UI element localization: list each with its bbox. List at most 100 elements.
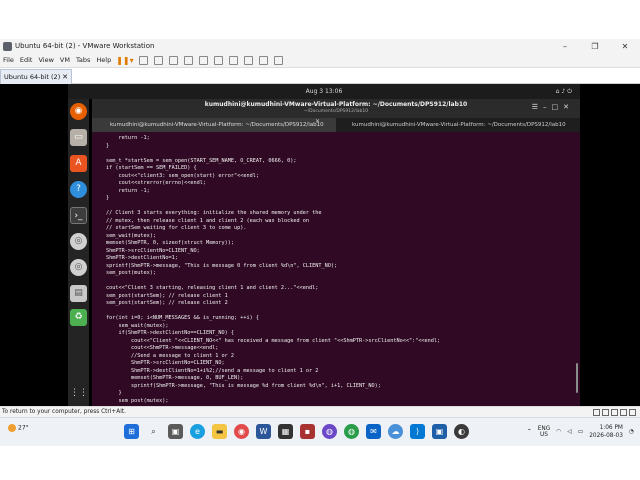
show-library-icon[interactable] xyxy=(198,55,208,65)
vm-tab-close-icon[interactable]: ✕ xyxy=(62,73,68,81)
unity-icon[interactable] xyxy=(243,55,253,65)
wifi-icon[interactable]: ◠ xyxy=(556,429,561,435)
code-line: sprintf(ShmPTR->message, "This is messag… xyxy=(106,382,381,389)
app-icon-red[interactable]: ▪ xyxy=(300,424,315,439)
snapshot-manager-icon[interactable] xyxy=(183,55,193,65)
notifications-icon[interactable]: ◔ xyxy=(629,429,634,435)
app-icon-green[interactable]: ◍ xyxy=(344,424,359,439)
vscode-icon[interactable]: ⟩ xyxy=(410,424,425,439)
code-line: cout<<"client3: sem_open(start) error"<<… xyxy=(106,172,260,179)
menu-edit[interactable]: Edit xyxy=(17,56,36,64)
menu-tabs[interactable]: Tabs xyxy=(73,56,93,64)
menu-view[interactable]: View xyxy=(35,56,56,64)
menu-help[interactable]: Help xyxy=(93,56,114,64)
code-line: return -1; xyxy=(106,135,150,141)
code-line: ShmPTR->destClientNo=1; xyxy=(106,255,178,261)
terminal-tab-bar: kumudhini@kumudhini-VMware-Virtual-Platf… xyxy=(92,118,580,132)
stretch-icon[interactable] xyxy=(273,55,283,65)
menu-vm[interactable]: VM xyxy=(57,56,73,64)
code-line: cout<<strerror(errno)<<endl; xyxy=(106,180,206,186)
code-line: ShmPTR->destClientNo=1+i%2;//send a mess… xyxy=(106,367,319,374)
vmware-tab-strip xyxy=(0,69,640,84)
usb-icon[interactable] xyxy=(611,409,618,416)
display-icon[interactable] xyxy=(629,409,636,416)
code-line: sem_post(mutex); xyxy=(106,270,156,276)
vmware-taskbar-icon[interactable]: ◐ xyxy=(454,424,469,439)
code-line: sem_t *startSem = sem_open(START_SEM_NAM… xyxy=(106,157,297,164)
terminal-menu-icon[interactable]: ☰ xyxy=(532,103,543,111)
taskbar-clock[interactable]: 1:06 PM 2026-08-03 xyxy=(589,424,623,440)
send-ctrl-alt-del-icon[interactable] xyxy=(138,55,148,65)
network-adapter-icon[interactable] xyxy=(602,409,609,416)
vm-tab-ubuntu[interactable]: Ubuntu 64-bit (2) ✕ xyxy=(0,69,72,84)
terminal-maximize-icon[interactable]: □ xyxy=(552,103,564,111)
code-line: sem_post(startSem); // release client 1 xyxy=(106,292,228,299)
file-explorer-icon[interactable]: ▬ xyxy=(212,424,227,439)
terminal-window-controls: ☰–□✕ xyxy=(532,103,574,111)
help-icon[interactable]: ? xyxy=(70,181,87,198)
start-icon[interactable]: ⊞ xyxy=(124,424,139,439)
sound-icon[interactable] xyxy=(620,409,627,416)
terminal-minimize-icon[interactable]: – xyxy=(543,103,552,111)
disc-icon[interactable]: ◎ xyxy=(70,233,87,250)
terminal-code-output[interactable]: return -1;} sem_t *startSem = sem_open(S… xyxy=(106,135,572,403)
menu-file[interactable]: File xyxy=(0,56,17,64)
terminal-tab-close-icon[interactable]: ✕ xyxy=(315,118,320,125)
speaker-icon[interactable]: ◁ xyxy=(567,429,571,435)
show-apps-icon[interactable]: ⋮⋮ xyxy=(70,385,88,402)
pause-icon[interactable]: ❚❚▾ xyxy=(114,56,135,65)
terminal-tab-2[interactable]: kumudhini@kumudhini-VMware-Virtual-Platf… xyxy=(336,118,580,132)
task-view-icon[interactable]: ▣ xyxy=(168,424,183,439)
code-line: } xyxy=(106,390,122,396)
power-icon: ⏻ xyxy=(567,88,574,95)
gnome-system-tray[interactable]: ⌂♪⏻ xyxy=(556,84,574,99)
word-icon[interactable]: W xyxy=(256,424,271,439)
vmware-title-bar[interactable]: Ubuntu 64-bit (2) - VMware Workstation –… xyxy=(0,39,640,53)
app-center-icon[interactable]: A xyxy=(70,155,87,172)
disc-icon-2[interactable]: ◎ xyxy=(70,259,87,276)
close-button[interactable]: ✕ xyxy=(610,42,640,51)
code-line: } xyxy=(106,195,110,201)
terminal-title: kumudhini@kumudhini-VMware-Virtual-Platf… xyxy=(204,101,468,108)
window-title: Ubuntu 64-bit (2) - VMware Workstation xyxy=(15,42,155,50)
minimize-button[interactable]: – xyxy=(550,42,580,51)
tray-overflow-icon[interactable]: ⌃ xyxy=(527,429,532,435)
cloud-icon[interactable]: ☁ xyxy=(388,424,403,439)
thumbnail-icon[interactable] xyxy=(213,55,223,65)
chrome-icon[interactable]: ◉ xyxy=(234,424,249,439)
code-line: for(int i=0; i<NUM_MESSAGES && is_runnin… xyxy=(106,315,260,321)
mail-icon[interactable]: ✉ xyxy=(366,424,381,439)
weather-temp: 27° xyxy=(18,424,29,432)
code-line: sem_post(startSem); // release client 2 xyxy=(106,300,228,306)
code-line: //Send a message to client 1 or 2 xyxy=(106,352,235,359)
store-icon[interactable]: ▦ xyxy=(278,424,293,439)
app-icon-blue[interactable]: ▣ xyxy=(432,424,447,439)
terminal-scrollbar[interactable] xyxy=(576,363,578,393)
full-screen-icon[interactable] xyxy=(228,55,238,65)
battery-icon[interactable]: ▭ xyxy=(578,429,583,435)
hdd-icon[interactable] xyxy=(593,409,600,416)
console-view-icon[interactable] xyxy=(258,55,268,65)
weather-widget[interactable]: 27° xyxy=(8,424,29,432)
drive-icon[interactable]: ▤ xyxy=(70,285,87,302)
firefox-icon[interactable]: ◉ xyxy=(70,103,87,120)
gnome-clock[interactable]: Aug 3 13:06 xyxy=(68,84,580,99)
search-icon[interactable]: ⌕ xyxy=(146,424,161,439)
trash-icon[interactable]: ♻ xyxy=(70,309,87,326)
terminal-window[interactable]: kumudhini@kumudhini-VMware-Virtual-Platf… xyxy=(92,99,580,406)
app-icon-purple[interactable]: ◍ xyxy=(322,424,337,439)
snapshot-icon[interactable] xyxy=(153,55,163,65)
input-language[interactable]: ENG US xyxy=(538,426,551,439)
terminal-icon[interactable]: ›_ xyxy=(70,207,87,224)
code-line: sprintf(ShmPTR->message, "This is messag… xyxy=(106,262,338,269)
vmware-app-icon xyxy=(3,41,12,51)
code-line: return -1; xyxy=(106,187,150,194)
terminal-close-icon[interactable]: ✕ xyxy=(563,103,574,111)
revert-snapshot-icon[interactable] xyxy=(168,55,178,65)
terminal-tab-1[interactable]: kumudhini@kumudhini-VMware-Virtual-Platf… xyxy=(92,118,336,132)
files-icon[interactable]: ▭ xyxy=(70,129,87,146)
terminal-header-bar[interactable]: kumudhini@kumudhini-VMware-Virtual-Platf… xyxy=(92,99,580,118)
maximize-button[interactable]: ❐ xyxy=(580,42,610,51)
edge-icon[interactable]: e xyxy=(190,424,205,439)
